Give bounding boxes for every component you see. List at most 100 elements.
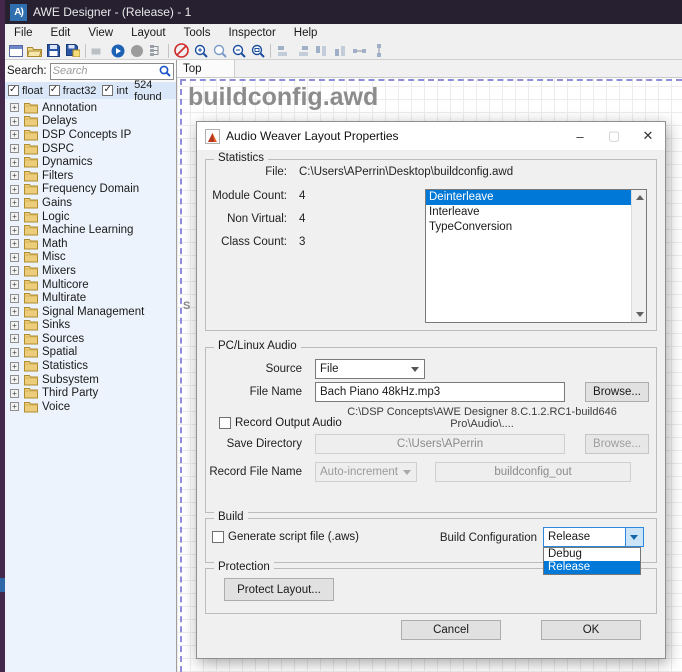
tree-item-logic[interactable]: + Logic bbox=[5, 210, 176, 224]
build-target-icon[interactable] bbox=[90, 43, 107, 59]
new-layout-icon[interactable] bbox=[7, 43, 24, 59]
checkbox-icon[interactable] bbox=[212, 531, 224, 543]
protect-layout-button[interactable]: Protect Layout... bbox=[224, 578, 334, 601]
build-config-combo[interactable]: Release bbox=[543, 527, 644, 547]
tree-item-frequency-domain[interactable]: + Frequency Domain bbox=[5, 183, 176, 197]
build-option-release[interactable]: Release bbox=[544, 561, 640, 574]
menu-tools[interactable]: Tools bbox=[175, 27, 220, 39]
tree-item-delays[interactable]: + Delays bbox=[5, 115, 176, 129]
tree-item-statistics[interactable]: + Statistics bbox=[5, 359, 176, 373]
module-list-item[interactable]: Interleave bbox=[426, 205, 631, 220]
expand-plus-icon[interactable]: + bbox=[10, 144, 19, 153]
expand-plus-icon[interactable]: + bbox=[10, 253, 19, 262]
maximize-icon[interactable]: ▢ bbox=[597, 122, 631, 150]
expand-plus-icon[interactable]: + bbox=[10, 375, 19, 384]
zoom-actual-icon[interactable] bbox=[211, 43, 228, 59]
menu-inspector[interactable]: Inspector bbox=[219, 27, 284, 39]
tree-item-filters[interactable]: + Filters bbox=[5, 169, 176, 183]
scroll-up-icon[interactable] bbox=[636, 195, 644, 200]
module-list-item[interactable]: Deinterleave bbox=[426, 190, 631, 205]
checkbox-icon[interactable] bbox=[49, 85, 60, 96]
module-class-list[interactable]: DeinterleaveInterleaveTypeConversion bbox=[425, 189, 647, 323]
tab-top[interactable]: Top bbox=[177, 60, 235, 77]
expand-plus-icon[interactable]: + bbox=[10, 117, 19, 126]
expand-plus-icon[interactable]: + bbox=[10, 348, 19, 357]
filter-float[interactable]: float bbox=[8, 85, 43, 97]
minimize-icon[interactable]: – bbox=[563, 122, 597, 150]
expand-plus-icon[interactable]: + bbox=[10, 334, 19, 343]
zoom-in-icon[interactable] bbox=[192, 43, 209, 59]
expand-plus-icon[interactable]: + bbox=[10, 402, 19, 411]
profile-icon[interactable] bbox=[147, 43, 164, 59]
expand-plus-icon[interactable]: + bbox=[10, 321, 19, 330]
zoom-fit-icon[interactable] bbox=[249, 43, 266, 59]
tree-item-sources[interactable]: + Sources bbox=[5, 332, 176, 346]
generate-script-checkbox[interactable]: Generate script file (.aws) bbox=[212, 531, 359, 543]
expand-plus-icon[interactable]: + bbox=[10, 212, 19, 221]
align-right-icon[interactable] bbox=[294, 43, 311, 59]
expand-plus-icon[interactable]: + bbox=[10, 362, 19, 371]
save-icon[interactable] bbox=[45, 43, 62, 59]
file-name-input[interactable]: Bach Piano 48kHz.mp3 bbox=[315, 382, 565, 402]
build-option-debug[interactable]: Debug bbox=[544, 548, 640, 561]
tree-item-voice[interactable]: + Voice bbox=[5, 400, 176, 414]
align-left-icon[interactable] bbox=[275, 43, 292, 59]
tree-item-gains[interactable]: + Gains bbox=[5, 196, 176, 210]
record-output-checkbox[interactable]: Record Output Audio bbox=[219, 417, 342, 429]
module-list-item[interactable]: TypeConversion bbox=[426, 220, 631, 235]
align-bottom-icon[interactable] bbox=[332, 43, 349, 59]
tree-item-misc[interactable]: + Misc bbox=[5, 251, 176, 265]
tree-item-dsp-concepts-ip[interactable]: + DSP Concepts IP bbox=[5, 128, 176, 142]
distribute-vertical-icon[interactable] bbox=[370, 43, 387, 59]
menu-help[interactable]: Help bbox=[285, 27, 327, 39]
checkbox-icon[interactable] bbox=[102, 85, 113, 96]
scroll-down-icon[interactable] bbox=[636, 312, 644, 317]
tree-item-signal-management[interactable]: + Signal Management bbox=[5, 305, 176, 319]
expand-plus-icon[interactable]: + bbox=[10, 171, 19, 180]
tree-item-mixers[interactable]: + Mixers bbox=[5, 264, 176, 278]
tree-item-dynamics[interactable]: + Dynamics bbox=[5, 155, 176, 169]
cancel-button[interactable]: Cancel bbox=[401, 620, 501, 640]
tree-item-machine-learning[interactable]: + Machine Learning bbox=[5, 223, 176, 237]
tree-item-spatial[interactable]: + Spatial bbox=[5, 346, 176, 360]
expand-plus-icon[interactable]: + bbox=[10, 226, 19, 235]
checkbox-icon[interactable] bbox=[8, 85, 19, 96]
zoom-out-icon[interactable] bbox=[230, 43, 247, 59]
expand-plus-icon[interactable]: + bbox=[10, 266, 19, 275]
menu-view[interactable]: View bbox=[79, 27, 122, 39]
expand-plus-icon[interactable]: + bbox=[10, 280, 19, 289]
browse-button[interactable]: Browse... bbox=[585, 382, 649, 402]
menu-layout[interactable]: Layout bbox=[122, 27, 175, 39]
filter-fract32[interactable]: fract32 bbox=[49, 85, 97, 97]
search-input[interactable]: Search bbox=[50, 63, 174, 80]
distribute-horizontal-icon[interactable] bbox=[351, 43, 368, 59]
checkbox-icon[interactable] bbox=[219, 417, 231, 429]
tree-item-multirate[interactable]: + Multirate bbox=[5, 291, 176, 305]
ok-button[interactable]: OK bbox=[541, 620, 641, 640]
save-as-icon[interactable] bbox=[64, 43, 81, 59]
close-icon[interactable]: ✕ bbox=[631, 122, 665, 150]
tree-item-sinks[interactable]: + Sinks bbox=[5, 319, 176, 333]
tree-item-third-party[interactable]: + Third Party bbox=[5, 386, 176, 400]
source-combo[interactable]: File bbox=[315, 359, 425, 379]
disconnect-icon[interactable] bbox=[173, 43, 190, 59]
expand-plus-icon[interactable]: + bbox=[10, 307, 19, 316]
menu-file[interactable]: File bbox=[5, 27, 42, 39]
menu-edit[interactable]: Edit bbox=[42, 27, 80, 39]
tree-item-annotation[interactable]: + Annotation bbox=[5, 101, 176, 115]
expand-plus-icon[interactable]: + bbox=[10, 389, 19, 398]
expand-plus-icon[interactable]: + bbox=[10, 103, 19, 112]
align-top-icon[interactable] bbox=[313, 43, 330, 59]
expand-plus-icon[interactable]: + bbox=[10, 158, 19, 167]
open-file-icon[interactable] bbox=[26, 43, 43, 59]
expand-plus-icon[interactable]: + bbox=[10, 239, 19, 248]
tree-item-subsystem[interactable]: + Subsystem bbox=[5, 373, 176, 387]
expand-plus-icon[interactable]: + bbox=[10, 198, 19, 207]
expand-plus-icon[interactable]: + bbox=[10, 294, 19, 303]
tree-item-math[interactable]: + Math bbox=[5, 237, 176, 251]
play-icon[interactable] bbox=[109, 43, 126, 59]
list-scrollbar[interactable] bbox=[631, 190, 646, 322]
tree-item-multicore[interactable]: + Multicore bbox=[5, 278, 176, 292]
search-icon[interactable] bbox=[159, 65, 171, 77]
record-icon[interactable] bbox=[128, 43, 145, 59]
